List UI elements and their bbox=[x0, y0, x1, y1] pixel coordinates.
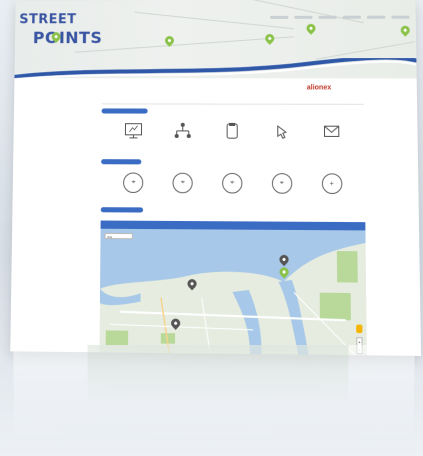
scene: STREET POINTS alionex ⌖ ⌖ ⌖ ⌖ + Fst + bbox=[0, 0, 423, 456]
logo-line-2: POINTS bbox=[32, 28, 103, 48]
website-screenshot: STREET POINTS alionex ⌖ ⌖ ⌖ ⌖ + Fst + bbox=[10, 0, 422, 356]
section-bar bbox=[100, 207, 144, 213]
nav-item[interactable] bbox=[318, 15, 337, 19]
map-option[interactable]: ⌖ bbox=[116, 172, 150, 201]
feature-label bbox=[314, 150, 349, 154]
map-option-label bbox=[265, 198, 300, 202]
city-map[interactable]: Fst + - bbox=[99, 228, 368, 356]
map-panel: Fst + - bbox=[99, 220, 368, 356]
map-option[interactable]: ⌖ bbox=[166, 172, 200, 202]
nav-item[interactable] bbox=[270, 15, 289, 19]
feature-hierarchy[interactable] bbox=[166, 122, 200, 154]
envelope-icon bbox=[321, 122, 342, 140]
map-circle-icon: ⌖ bbox=[271, 173, 293, 194]
nav-item[interactable] bbox=[391, 15, 410, 19]
feature-monitor[interactable] bbox=[117, 122, 151, 154]
section-bar bbox=[101, 159, 142, 165]
map-pin-icon bbox=[263, 32, 277, 45]
feature-clipboard[interactable] bbox=[215, 122, 249, 154]
section-bar bbox=[101, 108, 148, 114]
top-navigation bbox=[270, 15, 410, 19]
map-canvas bbox=[99, 228, 368, 356]
map-pin-icon bbox=[398, 23, 412, 37]
feature-label bbox=[215, 149, 249, 153]
street-view-icon[interactable] bbox=[356, 324, 363, 334]
map-option[interactable]: + bbox=[314, 173, 349, 202]
plus-circle-icon: + bbox=[321, 173, 343, 195]
feature-label bbox=[166, 149, 200, 153]
map-layer-selector[interactable]: Fst bbox=[104, 232, 133, 240]
map-option-label bbox=[215, 198, 250, 202]
header-wave bbox=[14, 58, 416, 78]
feature-label bbox=[264, 150, 299, 154]
feature-mail[interactable] bbox=[314, 122, 349, 154]
map-option-label bbox=[116, 197, 150, 201]
map-icon-row: ⌖ ⌖ ⌖ ⌖ + bbox=[101, 172, 365, 202]
nav-item[interactable] bbox=[366, 15, 386, 19]
header-map-strip: STREET POINTS bbox=[14, 0, 417, 79]
monitor-icon bbox=[124, 122, 142, 140]
hierarchy-icon bbox=[174, 122, 191, 139]
map-option[interactable]: ⌖ bbox=[265, 173, 300, 202]
feature-pointer[interactable] bbox=[264, 122, 299, 154]
breadcrumb bbox=[101, 96, 364, 105]
map-circle-icon: ⌖ bbox=[172, 172, 193, 194]
clipboard-icon bbox=[222, 122, 242, 140]
map-circle-icon: ⌖ bbox=[123, 172, 144, 194]
brand-logo[interactable]: alionex bbox=[307, 84, 332, 91]
main-content: ⌖ ⌖ ⌖ ⌖ + Fst + bbox=[99, 96, 368, 356]
reflection-map bbox=[87, 344, 349, 405]
map-option[interactable]: ⌖ bbox=[215, 172, 250, 202]
feature-icon-row bbox=[101, 122, 364, 154]
map-option-label bbox=[314, 198, 349, 202]
map-pin-icon bbox=[304, 21, 318, 35]
nav-item[interactable] bbox=[294, 15, 313, 19]
cursor-hand-icon bbox=[271, 122, 291, 140]
nav-item[interactable] bbox=[342, 15, 361, 19]
logo-line-1: STREET bbox=[19, 12, 77, 28]
map-circle-icon: ⌖ bbox=[222, 172, 243, 194]
street-points-logo[interactable]: STREET POINTS bbox=[19, 10, 111, 60]
map-option-label bbox=[166, 197, 200, 201]
page-reflection bbox=[13, 344, 415, 456]
feature-label bbox=[117, 149, 151, 153]
